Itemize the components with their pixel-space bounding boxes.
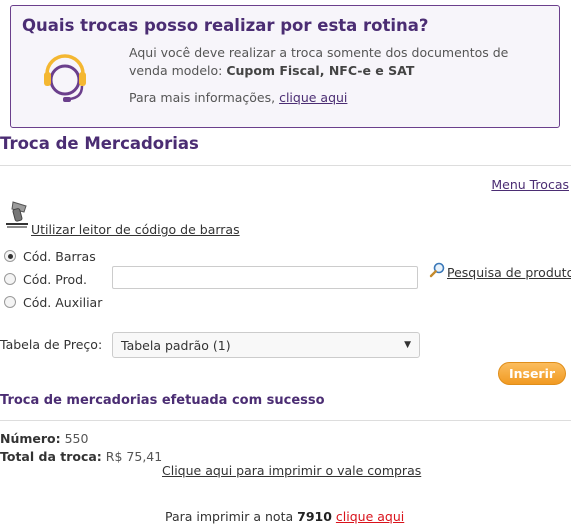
info-more-link[interactable]: clique aqui [279, 90, 347, 105]
barcode-scanner-option[interactable]: Utilizar leitor de código de barras [31, 222, 240, 237]
barcode-scanner-icon[interactable] [4, 200, 34, 230]
product-search-link[interactable]: Pesquisa de produtos [447, 265, 571, 280]
print-voucher[interactable]: Clique aqui para imprimir o vale compras [162, 463, 421, 478]
radio-cod-auxiliar[interactable]: Cód. Auxiliar [4, 294, 102, 310]
radio-button[interactable] [4, 296, 16, 308]
page-title: Troca de Mercadorias [0, 134, 199, 153]
success-message: Troca de mercadorias efetuada com sucess… [0, 393, 325, 408]
price-table-label: Tabela de Preço: [0, 337, 103, 352]
radio-cod-prod[interactable]: Cód. Prod. [4, 271, 87, 287]
chevron-down-icon: ▼ [404, 340, 411, 350]
barcode-scanner-link[interactable]: Utilizar leitor de código de barras [31, 222, 240, 237]
price-table-value: Tabela padrão (1) [121, 337, 231, 353]
product-code-input[interactable] [112, 266, 418, 289]
exchange-total-label: Total da troca: [0, 449, 102, 464]
product-search[interactable]: Pesquisa de produtos [447, 265, 571, 280]
menu-trocas-link[interactable]: Menu Trocas [491, 177, 569, 192]
exchange-number-value: 550 [64, 431, 89, 446]
exchange-number: Número: 550 [0, 431, 88, 446]
radio-label: Cód. Barras [23, 248, 96, 264]
info-more: Para mais informações, clique aqui [129, 90, 347, 105]
print-voucher-link[interactable]: Clique aqui para imprimir o vale compras [162, 463, 421, 478]
print-note: Para imprimir a nota 7910 clique aqui [165, 509, 404, 524]
price-table-select[interactable]: Tabela padrão (1) ▼ [112, 332, 420, 358]
radio-label: Cód. Auxiliar [23, 294, 103, 310]
insert-button[interactable]: Inserir [498, 362, 566, 385]
info-box: Quais trocas posso realizar por esta rot… [10, 5, 560, 128]
exchange-number-label: Número: [0, 431, 61, 446]
search-icon[interactable] [429, 262, 445, 278]
radio-button[interactable] [4, 273, 16, 285]
radio-button-checked[interactable] [4, 250, 16, 262]
print-note-link[interactable]: clique aqui [336, 509, 404, 524]
print-note-prefix: Para imprimir a nota [165, 509, 294, 524]
exchange-total: Total da troca: R$ 75,41 [0, 449, 162, 464]
note-number: 7910 [297, 509, 332, 524]
radio-label: Cód. Prod. [23, 271, 87, 287]
info-text-bold: Cupom Fiscal, NFC-e e SAT [226, 63, 415, 78]
divider [0, 165, 571, 166]
exchange-total-value: R$ 75,41 [105, 449, 163, 464]
info-text: Aqui você deve realizar a troca somente … [129, 44, 549, 80]
info-title: Quais trocas posso realizar por esta rot… [22, 16, 429, 35]
divider [0, 420, 571, 421]
info-more-prefix: Para mais informações, [129, 90, 280, 105]
headset-icon [44, 54, 86, 102]
radio-cod-barras[interactable]: Cód. Barras [4, 248, 96, 264]
